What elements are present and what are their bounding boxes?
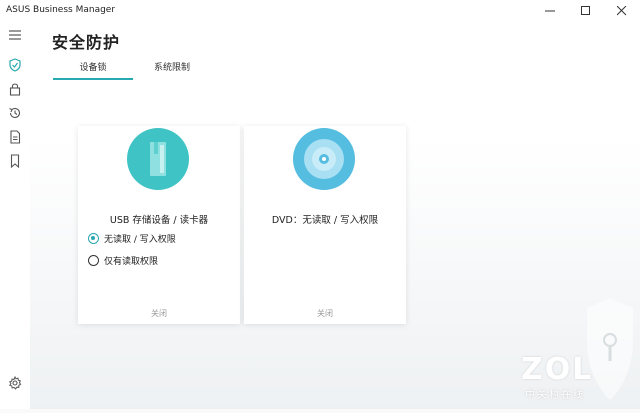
close-icon: [617, 6, 627, 16]
tab-device-lock[interactable]: 设备锁: [53, 58, 133, 80]
menu-icon[interactable]: [6, 26, 24, 44]
option-label: 仅有读取权限: [104, 256, 159, 267]
option-no-read-write[interactable]: 无读取 / 写入权限: [88, 231, 176, 245]
app-title: ASUS Business Manager: [6, 5, 116, 15]
bookmark-icon[interactable]: [6, 152, 24, 170]
sidebar: [0, 22, 30, 409]
zol-watermark: ZOL 中关村在线: [505, 290, 640, 409]
option-label: 无读取 / 写入权限: [104, 234, 176, 245]
maximize-icon: [581, 6, 590, 15]
history-icon[interactable]: [6, 104, 24, 122]
radio-checked[interactable]: [88, 232, 99, 244]
shield-check-icon[interactable]: [6, 56, 24, 74]
watermark-text: ZOL: [521, 352, 594, 387]
usb-drive-icon: [127, 128, 189, 190]
dvd-status-toggle[interactable]: 关闭: [244, 308, 406, 319]
minimize-icon: [545, 10, 555, 12]
watermark-subtext: 中关村在线: [525, 390, 585, 401]
usb-card: USB 存储设备 / 读卡器 无读取 / 写入权限 仅有读取权限 关闭: [78, 126, 240, 324]
title-bar: ASUS Business Manager: [0, 0, 640, 22]
document-icon[interactable]: [6, 128, 24, 146]
maximize-button[interactable]: [568, 0, 604, 22]
radio-unchecked[interactable]: [88, 254, 99, 266]
page-title: 安全防护: [52, 33, 121, 52]
close-button[interactable]: [604, 0, 640, 22]
dvd-card-title: DVD：无读取 / 写入权限: [271, 215, 379, 226]
dvd-card: DVD：无读取 / 写入权限 关闭: [244, 126, 406, 324]
usb-status-toggle[interactable]: 关闭: [78, 308, 240, 319]
minimize-button[interactable]: [532, 0, 568, 22]
tab-system-restriction[interactable]: 系统限制: [142, 58, 202, 78]
lock-icon[interactable]: [6, 80, 24, 98]
gear-icon[interactable]: [6, 374, 24, 392]
usb-card-title: USB 存储设备 / 读卡器: [109, 215, 209, 226]
option-read-only[interactable]: 仅有读取权限: [88, 253, 158, 267]
disc-icon: [293, 128, 355, 190]
